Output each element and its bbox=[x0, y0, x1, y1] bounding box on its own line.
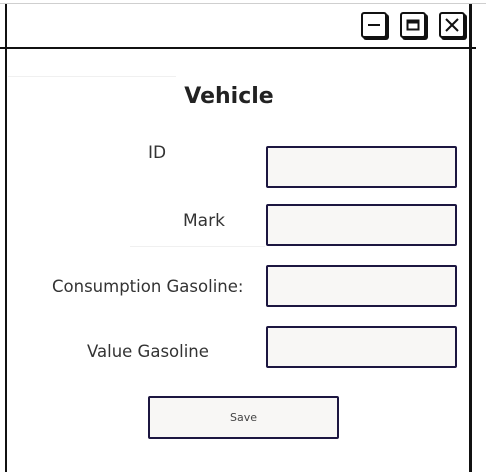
mark-field[interactable] bbox=[266, 204, 457, 246]
id-field[interactable] bbox=[266, 146, 457, 188]
minimize-icon bbox=[368, 24, 380, 26]
consumption-gasoline-field[interactable] bbox=[266, 265, 457, 307]
save-button[interactable]: Save bbox=[148, 396, 339, 439]
maximize-icon bbox=[406, 19, 420, 31]
divider bbox=[130, 246, 265, 247]
divider bbox=[8, 76, 176, 77]
maximize-button[interactable] bbox=[400, 12, 426, 38]
close-button[interactable] bbox=[439, 12, 465, 38]
form-title: Vehicle bbox=[0, 84, 476, 109]
minimize-button[interactable] bbox=[361, 12, 387, 38]
consumption-gasoline-label: Consumption Gasoline: bbox=[52, 277, 244, 296]
value-gasoline-label: Value Gasoline bbox=[87, 342, 209, 361]
mark-label: Mark bbox=[183, 211, 225, 231]
value-gasoline-field[interactable] bbox=[266, 326, 457, 368]
id-label: ID bbox=[148, 143, 167, 163]
page-title: Vehicle bbox=[184, 84, 274, 109]
close-icon bbox=[445, 18, 459, 32]
title-bar-divider bbox=[0, 47, 476, 49]
